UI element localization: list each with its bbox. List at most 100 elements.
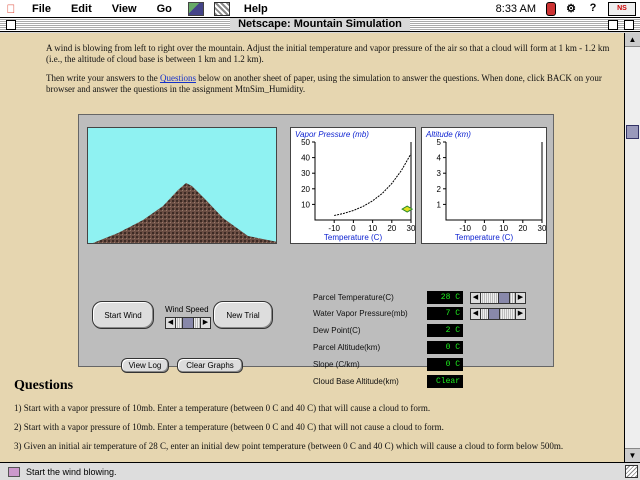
status-bar: Start the wind blowing. xyxy=(0,462,640,480)
param-value-slope: 0 C xyxy=(427,358,463,371)
x-tick-label: -10 xyxy=(328,224,340,233)
scroll-down-arrow-icon[interactable]: ▼ xyxy=(625,448,640,462)
vapor-pressure-graph: Vapor Pressure (mb) 50 40 30 20 10 -10 0 10 20 30… xyxy=(290,127,416,244)
param-value-vapor-pressure: 7 C xyxy=(427,307,463,320)
question-1: 1) Start with a vapor pressure of 10mb. … xyxy=(14,403,431,413)
y-tick-label: 40 xyxy=(301,154,310,163)
param-label-dew-point: Dew Point(C) xyxy=(313,326,361,335)
window-title-bar[interactable]: Netscape: Mountain Simulation xyxy=(0,18,640,32)
mountain-scene xyxy=(87,127,277,244)
vapor-pressure-slider[interactable]: ◀ ▶ xyxy=(470,308,526,320)
saturation-curve xyxy=(334,153,412,216)
y-tick-label: 10 xyxy=(301,200,310,209)
slider-right-arrow-icon[interactable]: ▶ xyxy=(200,318,210,328)
menu-go[interactable]: Go xyxy=(147,3,182,15)
menubar-clock[interactable]: 8:33 AM xyxy=(490,3,542,15)
temperature-slider[interactable]: ◀ ▶ xyxy=(470,292,526,304)
intro-paragraph: A wind is blowing from left to right ove… xyxy=(46,43,610,64)
help-balloon-icon[interactable]: ? xyxy=(586,2,600,16)
menu-edit[interactable]: Edit xyxy=(61,3,102,15)
x-tick-label: 20 xyxy=(387,224,396,233)
vertical-scrollbar[interactable]: ▲ ▼ xyxy=(624,33,640,462)
close-box-icon[interactable] xyxy=(6,20,16,30)
mountain-image xyxy=(93,183,276,243)
altitude-graph-xlabel: Temperature (C) xyxy=(454,233,514,242)
y-tick-label: 50 xyxy=(301,138,310,147)
window-title: Netscape: Mountain Simulation xyxy=(230,18,410,31)
questions-link[interactable]: Questions xyxy=(160,73,196,83)
vapor-graph-plot: 50 40 30 20 10 -10 0 10 20 30 xyxy=(301,138,416,233)
param-label-slope: Slope (C/km) xyxy=(313,360,360,369)
start-wind-button[interactable]: Start Wind xyxy=(92,301,154,329)
question-3: 3) Given an initial air temperature of 2… xyxy=(14,441,564,451)
graph-axes xyxy=(445,142,543,221)
vapor-slider-left-arrow-icon[interactable]: ◀ xyxy=(471,309,481,319)
vapor-slider-right-arrow-icon[interactable]: ▶ xyxy=(515,309,525,319)
question-2: 2) Start with a vapor pressure of 10mb. … xyxy=(14,422,444,432)
menu-view[interactable]: View xyxy=(102,3,147,15)
questions-heading: Questions xyxy=(14,378,74,393)
view-log-button[interactable]: View Log xyxy=(121,358,169,373)
temperature-track[interactable] xyxy=(481,293,515,303)
bookmarks-icon[interactable] xyxy=(187,1,204,16)
y-tick-label: 1 xyxy=(437,200,442,209)
instructions-paragraph: Then write your answers to the Questions… xyxy=(46,73,616,95)
collapse-box-icon[interactable] xyxy=(624,20,634,30)
wind-speed-track[interactable] xyxy=(176,318,200,328)
param-label-parcel-altitude: Parcel Altitude(km) xyxy=(313,343,381,352)
temp-slider-left-arrow-icon[interactable]: ◀ xyxy=(471,293,481,303)
temperature-knob[interactable] xyxy=(498,293,510,303)
param-label-vapor-pressure: Water Vapor Pressure(mb) xyxy=(313,309,408,318)
x-tick-label: 20 xyxy=(518,224,527,233)
scroll-thumb[interactable] xyxy=(626,125,639,139)
menu-file[interactable]: File xyxy=(22,3,61,15)
altitude-graph-plot: 5 4 3 2 1 -10 0 10 20 30 xyxy=(437,138,547,233)
window-menu-icon[interactable] xyxy=(213,1,230,16)
scroll-up-arrow-icon[interactable]: ▲ xyxy=(625,33,640,47)
x-tick-label: 10 xyxy=(368,224,377,233)
control-strip-icon[interactable]: ⚙ xyxy=(564,2,578,16)
wind-speed-slider[interactable]: ◀ ▶ xyxy=(165,317,211,329)
slider-left-arrow-icon[interactable]: ◀ xyxy=(166,318,176,328)
x-tick-label: -10 xyxy=(459,224,471,233)
new-trial-button[interactable]: New Trial xyxy=(213,301,273,329)
resize-grip-icon[interactable] xyxy=(625,465,638,478)
param-label-cloud-base: Cloud Base Altitude(km) xyxy=(313,377,399,386)
x-tick-label: 30 xyxy=(407,224,416,233)
param-value-dew-point: 2 C xyxy=(427,324,463,337)
y-tick-label: 5 xyxy=(437,138,442,147)
wind-speed-label: Wind Speed xyxy=(165,305,209,314)
wind-speed-knob[interactable] xyxy=(182,318,194,328)
vapor-pressure-track[interactable] xyxy=(481,309,515,319)
y-tick-label: 30 xyxy=(301,169,310,178)
x-tick-label: 10 xyxy=(499,224,508,233)
x-tick-label: 0 xyxy=(482,224,487,233)
zoom-box-icon[interactable] xyxy=(608,20,618,30)
mountain-simulation-applet: Vapor Pressure (mb) 50 40 30 20 10 -10 0 10 20 30… xyxy=(78,114,554,388)
application-menu-icon[interactable]: NS xyxy=(608,1,636,16)
param-value-parcel-temperature: 28 C xyxy=(427,291,463,304)
graph-axes xyxy=(314,142,412,221)
security-lock-icon[interactable] xyxy=(8,466,20,477)
y-tick-label: 2 xyxy=(437,185,442,194)
status-text: Start the wind blowing. xyxy=(26,466,117,477)
menu-help[interactable]: Help xyxy=(234,3,278,15)
param-value-parcel-altitude: 0 C xyxy=(427,341,463,354)
param-label-parcel-temperature: Parcel Temperature(C) xyxy=(313,293,394,302)
vapor-graph-xlabel: Temperature (C) xyxy=(323,233,383,242)
y-tick-label: 4 xyxy=(437,154,442,163)
menu-bar:  File Edit View Go Help 8:33 AM ⚙ ? NS xyxy=(0,0,640,18)
vapor-pressure-knob[interactable] xyxy=(488,309,500,319)
temp-slider-right-arrow-icon[interactable]: ▶ xyxy=(515,293,525,303)
page-content: A wind is blowing from left to right ove… xyxy=(0,33,624,462)
apple-menu-icon[interactable]:  xyxy=(0,2,22,16)
param-value-cloud-base: Clear xyxy=(427,375,463,388)
altitude-graph: Altitude (km) 5 4 3 2 1 -10 0 10 20 30 Temperatur… xyxy=(421,127,547,244)
y-tick-label: 20 xyxy=(301,185,310,194)
instructions-text-start: Then write your answers to the xyxy=(46,73,160,83)
battery-icon xyxy=(546,1,556,16)
x-tick-label: 30 xyxy=(538,224,547,233)
x-tick-label: 0 xyxy=(351,224,356,233)
clear-graphs-button[interactable]: Clear Graphs xyxy=(177,358,243,373)
y-tick-label: 3 xyxy=(437,169,442,178)
